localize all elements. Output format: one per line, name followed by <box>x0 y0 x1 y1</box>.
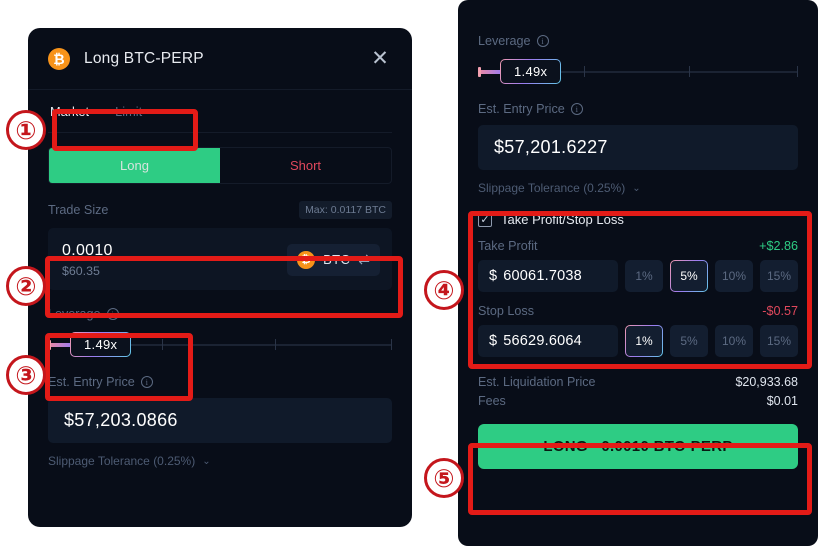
annotation-number-2: ② <box>6 266 46 306</box>
summary-row-fees: Fees $0.01 <box>478 394 798 408</box>
slider-tick <box>796 66 798 77</box>
stop-loss-row: $ 56629.6064 1% 5% 10% 15% <box>478 325 798 357</box>
leverage-value-bubble[interactable]: 1.49x <box>70 332 131 357</box>
currency-symbol: $ <box>489 333 498 349</box>
leverage-slider[interactable]: 1.49x <box>48 332 392 358</box>
slippage-label: Slippage Tolerance (0.25%) <box>478 181 626 195</box>
modal-title: Long BTC-PERP <box>84 49 204 67</box>
trade-size-values: 0.0010 $60.35 <box>62 242 113 278</box>
stop-loss-delta: -$0.57 <box>762 304 798 318</box>
take-profit-row: $ 60061.7038 1% 5% 10% 15% <box>478 260 798 292</box>
trade-size-amount[interactable]: 0.0010 <box>62 242 113 260</box>
entry-price-value: $57,201.6227 <box>478 125 798 170</box>
leverage-label: Leverage <box>48 307 101 321</box>
slippage-tolerance-toggle[interactable]: Slippage Tolerance (0.25%) ⌄ <box>478 181 798 195</box>
take-profit-pct-1[interactable]: 1% <box>625 260 663 292</box>
modal-body: Market Limit Long Short Trade Size Max: … <box>28 90 412 468</box>
liquidation-price-value: $20,933.68 <box>735 375 798 389</box>
summary-row-liquidation: Est. Liquidation Price $20,933.68 <box>478 375 798 389</box>
leverage-header: Leverage i <box>478 34 798 48</box>
token-selector[interactable]: ₿ BTC ⇄ <box>287 243 380 276</box>
stop-loss-pct-10[interactable]: 10% <box>715 325 753 357</box>
order-details-panel: Leverage i 1.49x Est. Entry Price i $57,… <box>458 0 818 546</box>
leverage-label: Leverage <box>478 34 531 48</box>
entry-price-label: Est. Entry Price <box>478 102 565 116</box>
take-profit-pct-15[interactable]: 15% <box>760 260 798 292</box>
trade-size-header: Trade Size Max: 0.0117 BTC <box>48 201 392 219</box>
take-profit-pct-10[interactable]: 10% <box>715 260 753 292</box>
bitcoin-icon: ₿ <box>48 47 70 70</box>
swap-icon[interactable]: ⇄ <box>358 251 370 268</box>
slider-tick <box>689 66 691 77</box>
info-icon[interactable]: i <box>106 308 119 320</box>
entry-price-header: Est. Entry Price i <box>48 375 392 389</box>
trade-size-label: Trade Size <box>48 203 109 217</box>
right-panel-body: Leverage i 1.49x Est. Entry Price i $57,… <box>458 0 818 469</box>
liquidation-price-label: Est. Liquidation Price <box>478 375 596 389</box>
chevron-down-icon[interactable]: ⌄ <box>202 456 210 467</box>
leverage-header: Leverage i <box>48 307 392 321</box>
take-profit-label: Take Profit <box>478 239 538 253</box>
chevron-down-icon[interactable]: ⌄ <box>632 183 640 194</box>
currency-symbol: $ <box>489 268 498 284</box>
stop-loss-header: Stop Loss -$0.57 <box>478 304 798 318</box>
tab-market[interactable]: Market <box>50 104 89 119</box>
modal-header: ₿ Long BTC-PERP ✕ <box>28 28 412 90</box>
annotation-number-4: ④ <box>424 270 464 310</box>
stop-loss-label: Stop Loss <box>478 304 535 318</box>
slider-fill <box>48 343 72 347</box>
stop-loss-value: 56629.6064 <box>503 333 582 349</box>
entry-price-label: Est. Entry Price <box>48 375 135 389</box>
submit-long-order-button[interactable]: LONG ~0.0010 BTC-PERP <box>478 424 798 469</box>
slider-start-cap <box>48 340 51 350</box>
info-icon[interactable]: i <box>140 376 153 388</box>
slider-tick <box>583 66 585 77</box>
stop-loss-pct-15[interactable]: 15% <box>760 325 798 357</box>
leverage-slider[interactable]: 1.49x <box>478 59 798 85</box>
fees-label: Fees <box>478 394 506 408</box>
short-button[interactable]: Short <box>220 148 391 183</box>
slider-start-cap <box>478 67 481 77</box>
long-button[interactable]: Long <box>49 148 220 183</box>
bitcoin-icon: ₿ <box>297 250 316 269</box>
order-type-tabs: Market Limit <box>48 90 392 133</box>
info-icon[interactable]: i <box>570 103 583 115</box>
order-modal-panel: ₿ Long BTC-PERP ✕ Market Limit Long Shor… <box>28 28 412 527</box>
annotation-number-1: ① <box>6 110 46 150</box>
slippage-tolerance-toggle[interactable]: Slippage Tolerance (0.25%) ⌄ <box>48 454 392 468</box>
slider-tick <box>390 339 392 350</box>
max-size-badge[interactable]: Max: 0.0117 BTC <box>299 201 392 219</box>
tab-limit[interactable]: Limit <box>115 104 142 119</box>
checkbox-icon[interactable]: ✓ <box>478 212 492 227</box>
leverage-value-bubble[interactable]: 1.49x <box>500 59 561 84</box>
fees-value: $0.01 <box>766 394 798 408</box>
slider-tick <box>275 339 277 350</box>
take-profit-header: Take Profit +$2.86 <box>478 239 798 253</box>
take-profit-input[interactable]: $ 60061.7038 <box>478 260 618 292</box>
screenshot-root: ₿ Long BTC-PERP ✕ Market Limit Long Shor… <box>0 0 840 560</box>
annotation-number-3: ③ <box>6 355 46 395</box>
entry-price-value: $57,203.0866 <box>48 398 392 443</box>
slider-tick <box>161 339 163 350</box>
take-profit-value: 60061.7038 <box>503 268 582 284</box>
trade-size-input-box[interactable]: 0.0010 $60.35 ₿ BTC ⇄ <box>48 228 392 290</box>
side-selector: Long Short <box>48 147 392 184</box>
annotation-number-5: ⑤ <box>424 458 464 498</box>
take-profit-delta: +$2.86 <box>759 239 798 253</box>
stop-loss-pct-5[interactable]: 5% <box>670 325 708 357</box>
trade-size-usd: $60.35 <box>62 263 100 278</box>
stop-loss-pct-1[interactable]: 1% <box>625 325 663 357</box>
take-profit-pct-5[interactable]: 5% <box>670 260 708 292</box>
info-icon[interactable]: i <box>536 35 549 47</box>
entry-price-header: Est. Entry Price i <box>478 102 798 116</box>
stop-loss-input[interactable]: $ 56629.6064 <box>478 325 618 357</box>
slider-fill <box>478 70 502 74</box>
close-icon[interactable]: ✕ <box>368 47 392 71</box>
slippage-label: Slippage Tolerance (0.25%) <box>48 454 196 468</box>
tpsl-checkbox-label: Take Profit/Stop Loss <box>501 212 624 227</box>
tpsl-checkbox-row[interactable]: ✓ Take Profit/Stop Loss <box>478 212 798 227</box>
token-symbol: BTC <box>323 252 351 267</box>
